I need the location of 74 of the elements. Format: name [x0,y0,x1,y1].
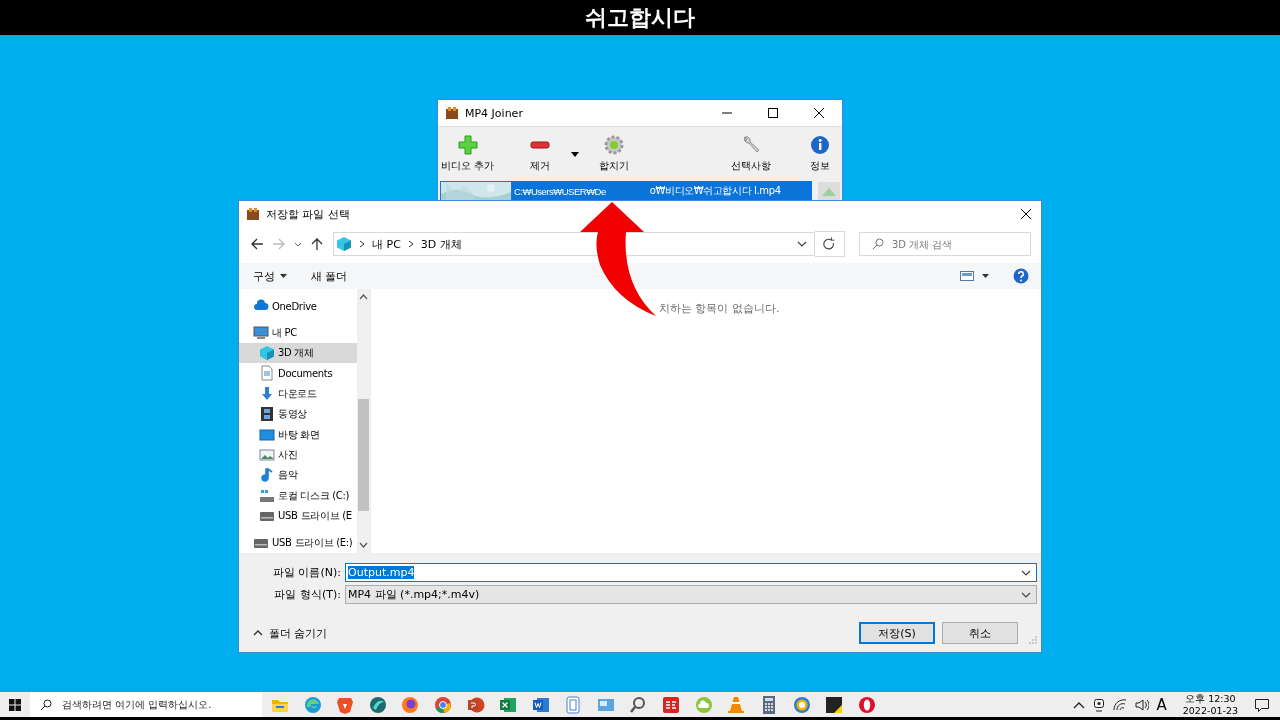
view-icon [960,271,974,281]
scrollbar-thumb[interactable] [358,399,369,511]
filename-field[interactable]: Output.mp4 [345,563,1037,582]
image-icon [259,446,275,463]
download-arrow-icon [259,385,275,402]
clock[interactable]: 오후 12:30 2022-01-23 [1182,692,1238,717]
breadcrumb-item[interactable]: 3D 개체 [420,236,462,252]
window-title: MP4 Joiner [465,106,523,120]
drive-icon [259,487,275,504]
music-note-icon [259,467,275,484]
search-icon [40,698,52,711]
app-icon[interactable] [824,694,845,715]
nav-item[interactable]: 동영상 [239,403,357,425]
caret-icon[interactable] [571,152,580,157]
search-icon [872,238,884,250]
taskbar-search-field[interactable]: 검색하려면 여기에 입력하십시오. [62,699,258,710]
chevron-down-icon [796,239,808,249]
caret-icon [982,274,989,278]
notification-icon[interactable] [1254,696,1270,713]
toolbar-button[interactable]: 정보 [800,135,840,173]
filetype-dropdown[interactable]: MP4 파일 (*.mp4;*.m4v) [345,585,1037,604]
toolbar-button[interactable]: 제거 [515,135,566,173]
nav-item[interactable]: Documents [239,363,357,384]
search-field[interactable]: 3D 개체 검색 [892,238,1030,250]
monitor-icon [253,324,269,341]
chevron-up-icon [253,629,263,637]
nav-item[interactable]: 바탕 화면 [239,424,357,445]
cube-icon [259,344,275,361]
nav-item[interactable]: 사진 [239,444,357,466]
chevron-right-icon [358,239,366,249]
scrollbar[interactable] [357,289,370,553]
field-label: 파일 이름(N): [272,565,341,580]
cube-icon [336,236,352,252]
nav-item[interactable]: 다운로드 [239,383,357,404]
refresh-icon[interactable] [815,231,845,257]
command-button[interactable]: 구성 [247,266,293,286]
taskbar-search-box[interactable]: 검색하려면 여기에 입력하십시오. [30,692,262,717]
nav-item[interactable]: OneDrive [239,296,357,317]
gear-icon [603,135,624,155]
document-icon [259,365,275,382]
window-title: 저장할 파일 선택 [266,206,350,222]
hide-folders-button[interactable]: 폴더 숨기기 [247,624,334,642]
screen-icon [259,426,275,443]
search-box[interactable]: 3D 개체 검색 [859,232,1031,256]
nav-item[interactable]: USB 드라이브 (E [239,505,357,527]
back-arrow-icon[interactable] [249,236,265,252]
nav-item[interactable]: 음악 [239,465,357,486]
film-strip-icon [259,406,275,423]
chevron-right-icon [406,239,415,249]
nav-item[interactable]: 3D 개체 [239,342,357,364]
info-icon [810,135,831,155]
toolbar-button[interactable]: 선택사항 [720,135,781,173]
wifi-icon[interactable] [1112,698,1127,711]
dialog-button[interactable]: 취소 [942,622,1018,644]
breadcrumb-item[interactable]: 내 PC [372,236,401,252]
nav-item[interactable]: 내 PC [239,322,357,343]
plus-icon [457,135,478,155]
resize-grip-icon [1029,636,1037,644]
empty-message: 치하는 항목이 없습니다. [659,301,780,315]
address-bar[interactable]: 내 PC 3D 개체 [333,232,815,256]
input-mode-indicator[interactable]: A [1156,695,1167,714]
help-icon[interactable] [1013,268,1029,284]
dialog-button[interactable]: 저장(S) [859,622,935,644]
nav-item[interactable]: 로컬 디스크 (C:) [239,485,357,506]
command-button[interactable]: 새 폴더 [305,266,354,286]
nav-item[interactable]: USB 드라이브 (E:) [239,533,357,554]
banner-title: 쉬고합시다 [585,3,695,32]
field-label: 파일 형식(T): [273,587,341,602]
speaker-icon[interactable] [1134,698,1149,711]
file-row[interactable]: C:₩Users₩USER₩De o₩비디오₩쉬고합시다 I.mp4 [512,181,812,201]
webcam-icon[interactable] [1092,697,1105,712]
toolbar-button[interactable]: 비디오 추가 [438,135,498,173]
toolbar-button[interactable]: 합치기 [589,135,639,173]
up-arrow-icon[interactable] [309,236,325,252]
